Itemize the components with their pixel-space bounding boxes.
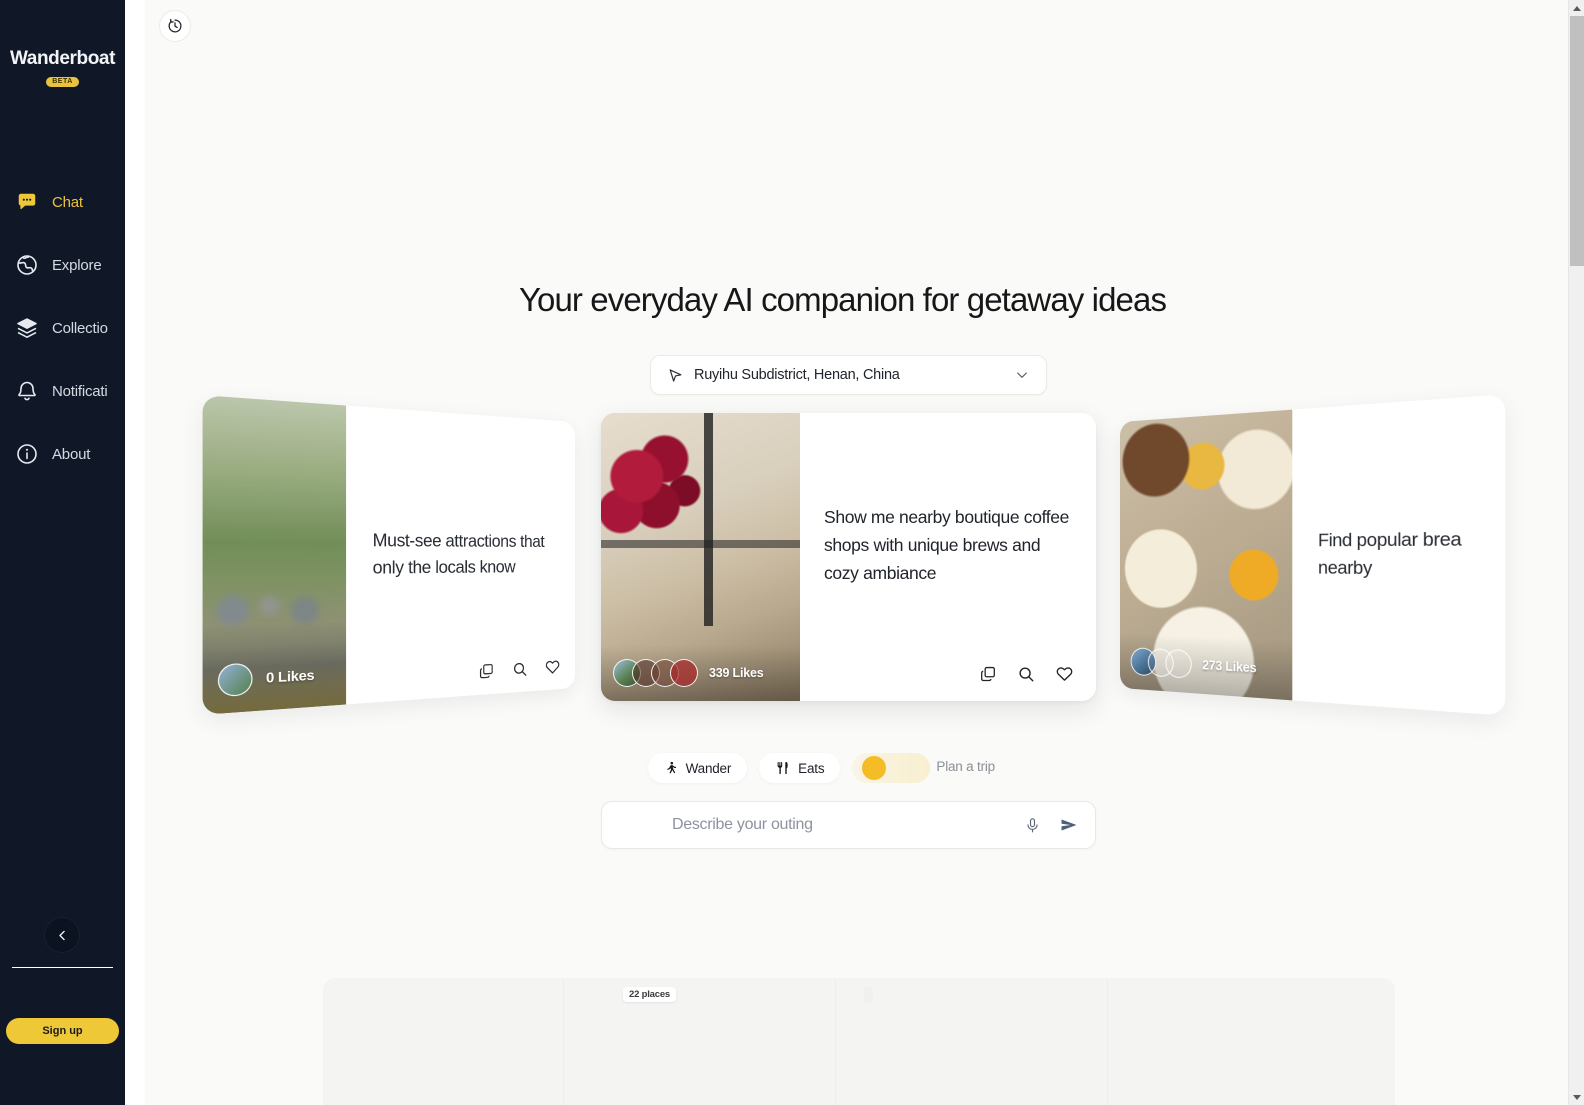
mode-toggle-group: Wander Eats Plan a trip	[125, 753, 1560, 783]
info-icon	[14, 441, 40, 467]
page-title: Your everyday AI companion for getaway i…	[518, 281, 1167, 318]
card-thumbnail: 339 Likes	[601, 413, 800, 701]
mode-label: Wander	[685, 760, 732, 776]
card-body: Must-see attractions that only the local…	[346, 406, 575, 705]
chat-history-button[interactable]	[159, 10, 191, 42]
sidebar-item-label: Explore	[52, 256, 102, 274]
chevron-left-icon	[55, 928, 70, 943]
results-skeleton: 22 places	[323, 978, 1395, 1105]
skeleton-seam	[835, 978, 836, 1105]
globe-icon	[14, 252, 40, 278]
sidebar-nav: Chat Explore Collectio Notificati About	[0, 180, 125, 476]
likes-count: 273 Likes	[1202, 657, 1257, 676]
search-icon[interactable]	[512, 660, 528, 678]
sidebar-item-label: About	[52, 445, 91, 463]
likes-count: 0 Likes	[265, 667, 315, 687]
navigation-arrow-icon	[667, 367, 684, 384]
scroll-up-arrow[interactable]	[1569, 0, 1584, 16]
mode-label: Eats	[798, 760, 825, 776]
card-prompt: Must-see attractions that only the local…	[372, 530, 545, 578]
prompt-input-placeholder[interactable]: Describe your outing	[672, 816, 1024, 834]
location-value: Ruyihu Subdistrict, Henan, China	[694, 367, 900, 383]
scroll-down-arrow[interactable]	[1569, 1089, 1584, 1105]
card-actions	[979, 664, 1074, 683]
places-count-badge: 22 places	[623, 987, 676, 1002]
sidebar: Wanderboat BETA Chat Explore Collectio N…	[0, 0, 125, 1105]
heart-icon[interactable]	[544, 657, 560, 676]
card-likes-bar: 339 Likes	[601, 645, 800, 701]
sidebar-item-collections[interactable]: Collectio	[0, 306, 125, 350]
sidebar-item-notifications[interactable]: Notificati	[0, 369, 125, 413]
mode-wander[interactable]: Wander	[647, 753, 748, 783]
copy-icon[interactable]	[478, 661, 495, 680]
card-thumbnail: 0 Likes	[202, 395, 347, 715]
avatar	[670, 659, 698, 687]
avatar	[217, 662, 253, 698]
composer[interactable]: Describe your outing	[601, 801, 1096, 849]
bell-icon	[14, 378, 40, 404]
card-actions	[478, 657, 561, 680]
sidebar-item-about[interactable]: About	[0, 432, 125, 476]
skeleton-seam	[1107, 978, 1108, 1105]
prompt-card-active[interactable]: 339 Likes Show me nearby boutique coffee…	[601, 413, 1096, 701]
beta-badge: BETA	[46, 76, 79, 87]
card-body: Find popular brea nearby	[1292, 394, 1505, 715]
card-prompt: Show me nearby boutique coffee shops wit…	[824, 507, 1070, 584]
sidebar-item-chat[interactable]: Chat	[0, 180, 125, 224]
skeleton-seam	[563, 978, 564, 1105]
sidebar-item-label: Chat	[52, 193, 83, 211]
card-likes-bar: 273 Likes	[1120, 632, 1293, 701]
brand[interactable]: Wanderboat BETA	[0, 0, 125, 88]
heart-icon[interactable]	[1055, 664, 1074, 683]
copy-icon[interactable]	[979, 665, 997, 683]
avatar	[1165, 648, 1192, 679]
fork-knife-icon	[775, 760, 790, 776]
microphone-icon[interactable]	[1024, 817, 1041, 834]
signup-button[interactable]: Sign up	[6, 1018, 119, 1044]
card-body: Show me nearby boutique coffee shops wit…	[800, 413, 1096, 701]
scrollbar-thumb[interactable]	[1570, 16, 1584, 266]
app-root: Wanderboat BETA Chat Explore Collectio N…	[0, 0, 1584, 1105]
mode-label: Plan a trip	[936, 759, 995, 774]
walking-person-icon	[664, 760, 678, 776]
card-likes-bar: 0 Likes	[202, 642, 347, 715]
prompt-card[interactable]: 273 Likes Find popular brea nearby	[1120, 394, 1506, 716]
prompt-card[interactable]: 0 Likes Must-see attractions that only t…	[202, 395, 576, 715]
likes-count: 339 Likes	[709, 666, 764, 680]
sidebar-item-explore[interactable]: Explore	[0, 243, 125, 287]
mode-plan-a-trip[interactable]: Plan a trip	[852, 753, 1037, 783]
location-selector[interactable]: Ruyihu Subdistrict, Henan, China	[650, 355, 1047, 395]
prompt-card-carousel: 0 Likes Must-see attractions that only t…	[125, 394, 1560, 720]
chat-bubble-icon	[14, 189, 40, 215]
sidebar-divider	[12, 967, 113, 968]
card-thumbnail: 273 Likes	[1120, 409, 1293, 701]
layers-icon	[14, 315, 40, 341]
brand-name: Wanderboat	[9, 48, 116, 69]
sidebar-item-label: Notificati	[52, 382, 108, 400]
chevron-down-icon	[1014, 367, 1030, 383]
sidebar-item-label: Collectio	[52, 319, 108, 337]
send-paper-plane-icon[interactable]	[1059, 815, 1079, 835]
mode-eats[interactable]: Eats	[759, 753, 841, 783]
main-content: Your everyday AI companion for getaway i…	[125, 0, 1584, 1105]
sidebar-collapse-button[interactable]	[45, 918, 79, 952]
page-scrollbar[interactable]	[1568, 0, 1584, 1105]
clock-rewind-icon	[167, 18, 183, 34]
map-marker-placeholder	[864, 987, 873, 1003]
search-icon[interactable]	[1017, 665, 1035, 683]
card-prompt: Find popular brea nearby	[1318, 529, 1462, 579]
